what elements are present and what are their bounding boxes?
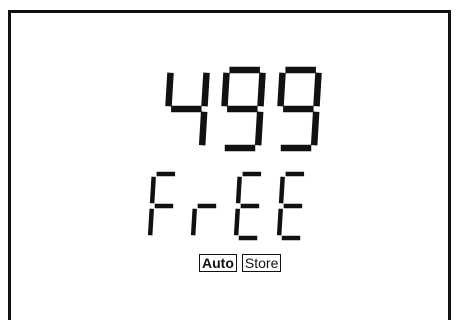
segment-c xyxy=(198,111,208,146)
digit-0 xyxy=(147,171,176,236)
segment-b xyxy=(257,72,266,107)
mode-indicators: Auto Store xyxy=(199,254,282,272)
segment-f xyxy=(235,176,242,204)
segment-f xyxy=(149,176,156,204)
digit-1 xyxy=(190,203,217,236)
segment-c xyxy=(254,111,264,146)
segment-f xyxy=(221,72,230,107)
segment-e xyxy=(147,208,155,236)
main-reading xyxy=(165,66,322,152)
digit-2 xyxy=(233,171,262,241)
digit-2 xyxy=(277,66,322,152)
segment-e xyxy=(190,208,198,236)
digit-0 xyxy=(165,72,210,146)
segment-b xyxy=(201,72,210,107)
segment-e xyxy=(233,208,241,236)
segment-b xyxy=(313,72,322,107)
digit-1 xyxy=(221,66,266,152)
segment-e xyxy=(276,208,284,236)
store-indicator: Store xyxy=(241,254,282,272)
secondary-reading xyxy=(147,171,305,241)
segment-f xyxy=(165,72,174,107)
digit-3 xyxy=(276,171,305,241)
segment-f xyxy=(278,176,285,204)
segment-f xyxy=(277,72,286,107)
auto-indicator: Auto xyxy=(199,254,237,272)
segment-c xyxy=(310,111,320,146)
